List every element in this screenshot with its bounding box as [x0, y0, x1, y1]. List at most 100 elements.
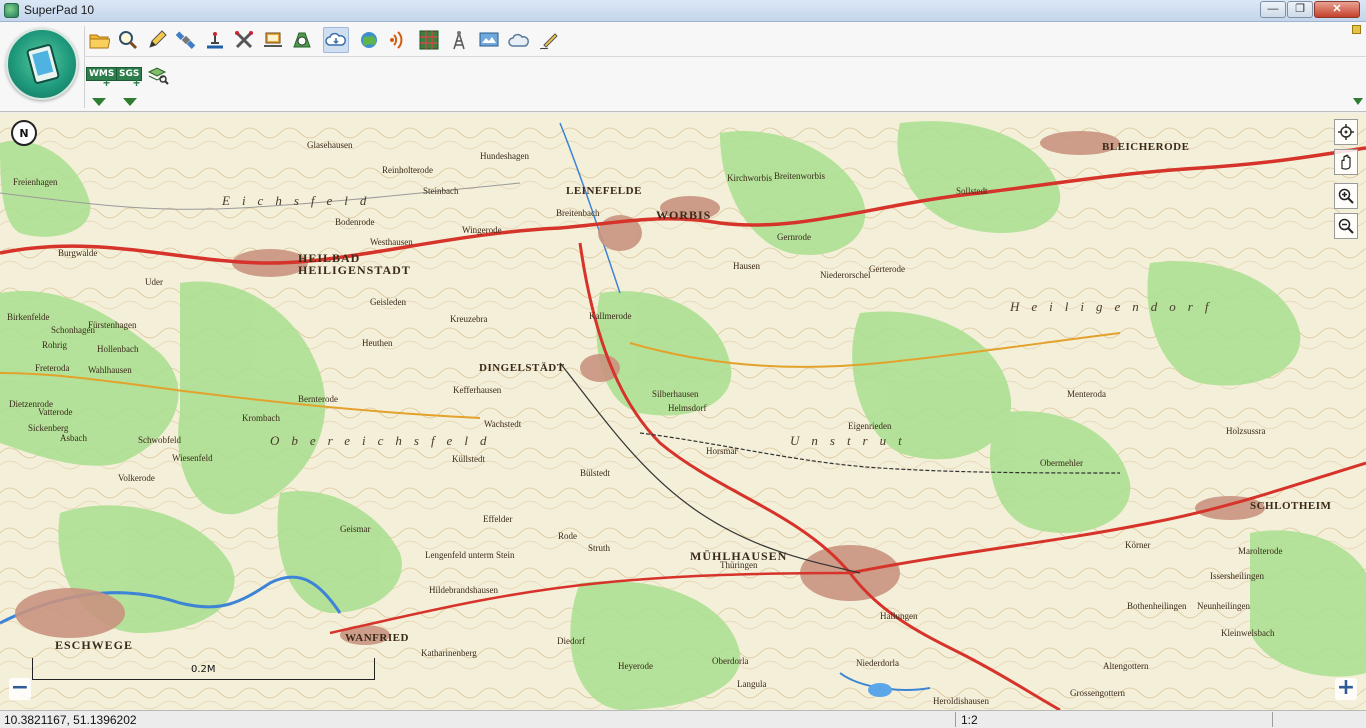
wms-dropdown-arrow[interactable]: [92, 98, 106, 106]
map-place-label: Oberdorla: [712, 656, 749, 666]
map-place-label: Wahlhausen: [88, 365, 132, 375]
map-place-label: Hildebrandshausen: [429, 585, 498, 595]
map-place-label: Geismar: [340, 524, 371, 534]
map-place-label: Steinbach: [423, 186, 459, 196]
map-data-button[interactable]: [356, 27, 382, 53]
map-place-label: Asbach: [60, 433, 87, 443]
map-layer-icon: [293, 32, 311, 48]
map-place-label: Eigenrieden: [848, 421, 892, 431]
map-place-label: Wachstedt: [484, 419, 522, 429]
crosshair-icon: [1338, 124, 1354, 140]
map-place-label: Altengottern: [1103, 661, 1149, 671]
open-folder-button[interactable]: [86, 27, 112, 53]
map-place-label: Hausen: [733, 261, 760, 271]
locate-button[interactable]: [1334, 119, 1358, 145]
map-place-label: HEILIGENSTADT: [298, 263, 411, 277]
pin-icon[interactable]: [1352, 25, 1361, 34]
maximize-button[interactable]: ❐: [1287, 1, 1313, 18]
cloud-icon: [508, 33, 529, 47]
map-view[interactable]: HEILBAD HEILIGENSTADT LEINEFELDE WORBIS BLEI…: [0, 113, 1366, 710]
zoom-in-tool-button[interactable]: [1334, 183, 1358, 209]
wireless-signal-icon: [390, 31, 403, 49]
device-button[interactable]: [260, 27, 286, 53]
antenna-button[interactable]: [446, 27, 472, 53]
survey-button[interactable]: [202, 27, 228, 53]
screen-map-icon: [479, 32, 499, 47]
map-scale-readout: 1:2: [961, 713, 978, 727]
map-place-label: Horsmar: [706, 446, 738, 456]
wireless-button[interactable]: [386, 27, 412, 53]
map-place-label: WORBIS: [656, 208, 712, 222]
map-place-label: ESCHWEGE: [55, 638, 134, 652]
map-place-label: Glasehausen: [307, 140, 353, 150]
app-logo-button[interactable]: [6, 28, 78, 100]
screen-map-button[interactable]: [476, 27, 502, 53]
map-place-label: Kleinwelsbach: [1221, 628, 1275, 638]
map-place-label: WANFRIED: [345, 632, 409, 644]
app-icon: [4, 3, 19, 18]
cloud-sync-button[interactable]: [323, 27, 349, 53]
window-title: SuperPad 10: [24, 3, 95, 17]
zoom-out-button[interactable]: −: [9, 677, 31, 700]
layers-search-icon: [147, 67, 169, 85]
gps-satellite-icon: [175, 31, 196, 49]
cloud-button[interactable]: [506, 27, 532, 53]
map-place-label: Lengenfeld unterm Stein: [425, 550, 515, 560]
pan-button[interactable]: [1334, 149, 1358, 175]
laptop-icon: [264, 32, 282, 47]
signature-pen-icon: [539, 33, 558, 50]
grid-icon: [419, 30, 439, 50]
map-place-label: Thüringen: [720, 560, 758, 570]
edit-button[interactable]: [144, 27, 170, 53]
gps-button[interactable]: [173, 27, 199, 53]
map-place-label: Heuthen: [362, 338, 393, 348]
zoom-in-icon: [1338, 188, 1354, 204]
map-place-label: Marolterode: [1238, 546, 1283, 556]
add-sgs-button[interactable]: SGS +: [116, 64, 144, 90]
layers-search-button[interactable]: [145, 62, 171, 88]
map-place-label: Körner: [1125, 540, 1151, 550]
map-place-label: Sollstedt: [956, 186, 988, 196]
map-place-label: Burgwalde: [58, 248, 98, 258]
search-button[interactable]: [115, 27, 141, 53]
ribbon-toolbar: WMS + SGS +: [0, 22, 1366, 112]
scale-bar-label: 0.2M: [191, 664, 216, 675]
zoom-out-tool-button[interactable]: [1334, 213, 1358, 239]
survey-level-icon: [207, 32, 223, 49]
signature-button[interactable]: [536, 27, 562, 53]
map-place-label: Rohrig: [42, 340, 68, 350]
map-place-label: Gerterode: [869, 264, 905, 274]
tools-cross-icon: [235, 31, 253, 49]
map-place-label: Unstrut: [790, 433, 914, 448]
cloud-sync-icon: [325, 32, 346, 46]
tools-button[interactable]: [231, 27, 257, 53]
north-arrow-button[interactable]: N: [11, 120, 37, 146]
map-place-label: Krombach: [242, 413, 280, 423]
map-place-label: Bülstedt: [580, 468, 611, 478]
sgs-dropdown-arrow[interactable]: [123, 98, 137, 106]
map-place-label: Freienhagen: [13, 177, 58, 187]
map-place-label: Struth: [588, 543, 611, 553]
map-place-label: Diedorf: [557, 636, 585, 646]
add-wms-button[interactable]: WMS +: [86, 64, 118, 90]
map-place-label: Kreuzebra: [450, 314, 488, 324]
status-bar: 10.3821167, 51.1396202 1:2: [0, 710, 1366, 728]
close-button[interactable]: ✕: [1314, 1, 1360, 18]
map-place-label: Freteroda: [35, 363, 70, 373]
map-place-label: Langula: [737, 679, 767, 689]
zoom-in-button[interactable]: +: [1335, 677, 1357, 700]
map-layer-button[interactable]: [289, 27, 315, 53]
map-place-label: Wiesenfeld: [172, 453, 213, 463]
map-place-label: Rode: [558, 531, 577, 541]
antenna-tower-icon: [453, 31, 465, 50]
map-place-label: Heiligendorf: [1010, 299, 1221, 314]
ribbon-options-arrow[interactable]: [1353, 98, 1363, 105]
minimize-button[interactable]: —: [1260, 1, 1286, 18]
map-place-label: Kefferhausen: [453, 385, 502, 395]
grid-button[interactable]: [416, 27, 442, 53]
map-place-label: Obermehler: [1040, 458, 1083, 468]
map-place-label: Bodenrode: [335, 217, 375, 227]
map-place-label: Küllstedt: [452, 454, 485, 464]
map-place-label: Schwobfeld: [138, 435, 181, 445]
map-place-label: Issersheilingen: [1210, 571, 1264, 581]
